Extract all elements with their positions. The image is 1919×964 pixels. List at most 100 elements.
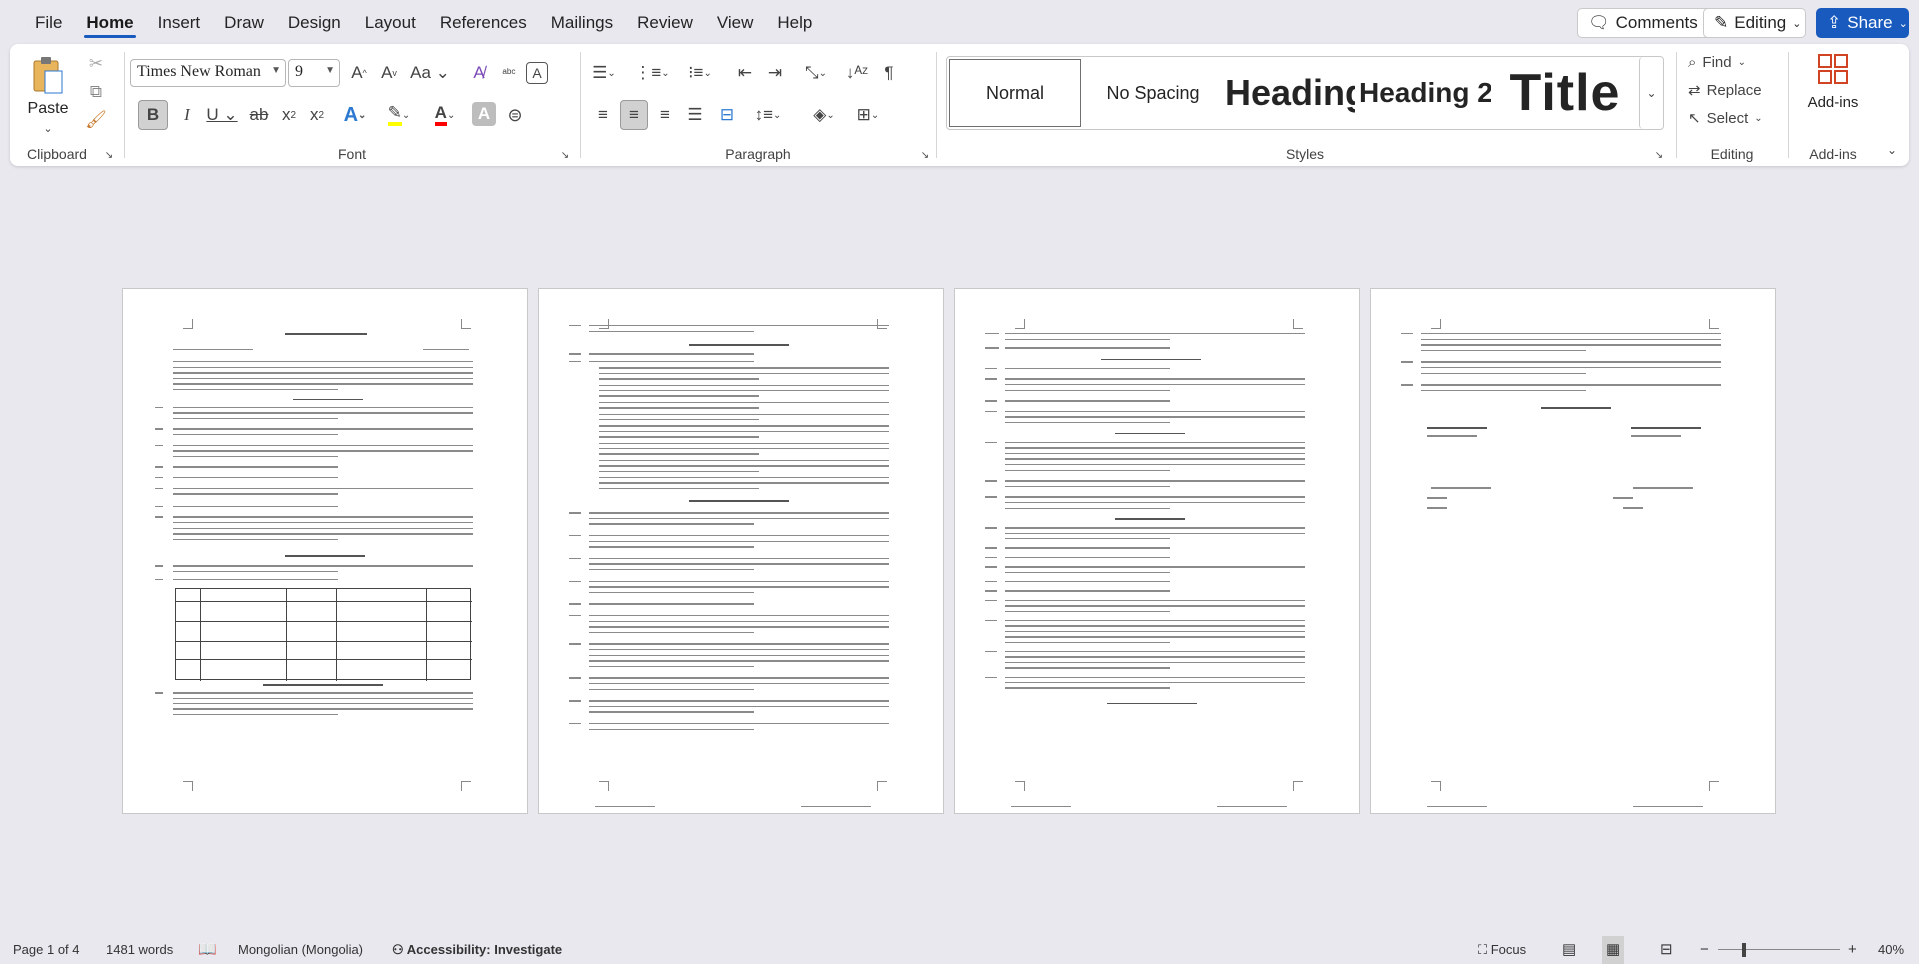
language-status[interactable]: Mongolian (Mongolia) — [238, 936, 363, 964]
margin-marker — [877, 781, 887, 791]
paste-button[interactable]: Paste — [28, 98, 69, 120]
dialog-launcher-icon[interactable]: ↘ — [1652, 148, 1666, 162]
text-line — [1631, 427, 1701, 429]
text-line — [985, 581, 997, 583]
collapse-ribbon-icon[interactable]: ⌄ — [1882, 140, 1902, 160]
shrink-font-icon[interactable]: Av — [376, 59, 402, 87]
line-spacing-icon[interactable]: ↕≡ ⌄ — [748, 100, 788, 130]
text-line — [293, 398, 363, 401]
share-button[interactable]: ⇪ Share ⌄ — [1816, 8, 1909, 38]
tab-references[interactable]: References — [428, 0, 539, 44]
tab-home[interactable]: Home — [74, 0, 145, 44]
align-center-icon[interactable]: ≡ — [620, 100, 648, 130]
phonetic-guide-icon[interactable]: ᵃᵇᶜ — [496, 59, 522, 87]
decrease-indent-icon[interactable]: ⇤ — [732, 58, 758, 88]
paste-icon[interactable] — [30, 54, 66, 96]
tab-mailings[interactable]: Mailings — [539, 0, 625, 44]
bullets-button[interactable]: ☰ ⌄ — [582, 58, 626, 88]
tab-draw[interactable]: Draw — [212, 0, 276, 44]
tab-layout[interactable]: Layout — [353, 0, 428, 44]
dialog-launcher-icon[interactable]: ↘ — [102, 148, 116, 162]
zoom-slider[interactable] — [1718, 949, 1840, 950]
select-button[interactable]: ↖ Select ⌄ — [1688, 106, 1780, 130]
borders-icon[interactable]: ⊞ ⌄ — [848, 100, 888, 130]
chevron-down-icon[interactable]: ⌄ — [38, 120, 58, 136]
strikethrough-button[interactable]: ab — [246, 100, 272, 130]
accessibility-status[interactable]: ⚇ Accessibility: Investigate — [392, 936, 562, 964]
page-3[interactable] — [954, 288, 1360, 814]
tab-help[interactable]: Help — [765, 0, 824, 44]
page-4[interactable] — [1370, 288, 1776, 814]
page-count[interactable]: Page 1 of 4 — [13, 936, 80, 964]
font-size-combo[interactable]: 9 ▼ — [288, 59, 340, 87]
read-mode-icon[interactable]: ▤ — [1562, 936, 1576, 964]
tab-insert[interactable]: Insert — [146, 0, 213, 44]
subscript-button[interactable]: x2 — [276, 100, 302, 130]
clear-formatting-icon[interactable]: A̸ — [466, 59, 492, 87]
text-line — [1005, 687, 1170, 689]
italic-button[interactable]: I — [174, 100, 200, 130]
bold-button[interactable]: B — [138, 100, 168, 130]
superscript-button[interactable]: x2 — [304, 100, 330, 130]
zoom-in-icon[interactable]: + — [1848, 936, 1857, 964]
find-button[interactable]: ⌕ Find ⌄ — [1688, 50, 1780, 74]
numbering-button[interactable]: ⋮≡ ⌄ — [630, 58, 674, 88]
text-line — [173, 538, 338, 541]
enclose-characters-icon[interactable]: ⊜ — [502, 100, 528, 130]
table — [175, 588, 472, 682]
text-direction-icon[interactable]: ⤡ ⌄ — [796, 58, 836, 88]
styles-more-button[interactable]: ⌄ — [1639, 57, 1663, 129]
character-shading-icon[interactable]: A — [472, 102, 496, 126]
pilcrow-icon[interactable]: ¶ — [876, 58, 902, 88]
cut-icon[interactable]: ✂ — [84, 52, 108, 76]
ribbon: Paste ⌄ ✂ ⧉ 🖌 Clipboard ↘ Times New Roma… — [10, 44, 1909, 166]
multilevel-list-button[interactable]: ⁝≡ ⌄ — [678, 58, 722, 88]
dialog-launcher-icon[interactable]: ↘ — [918, 148, 932, 162]
sort-icon[interactable]: ↓ᴬᶻ — [844, 58, 870, 88]
align-left-icon[interactable]: ≡ — [590, 100, 616, 130]
copy-icon[interactable]: ⧉ — [84, 80, 108, 104]
style-normal[interactable]: Normal — [949, 59, 1081, 127]
underline-button[interactable]: U ⌄ — [204, 100, 240, 130]
zoom-level[interactable]: 40% — [1878, 936, 1904, 964]
highlight-color-button[interactable]: ✎ ⌄ — [378, 100, 420, 130]
word-count[interactable]: 1481 words — [106, 936, 173, 964]
zoom-out-icon[interactable]: − — [1700, 936, 1709, 964]
font-color-button[interactable]: A ⌄ — [424, 100, 466, 130]
addins-group: Add-ins Add-ins — [1790, 44, 1876, 166]
addins-icon[interactable] — [1816, 52, 1850, 86]
shading-icon[interactable]: ◈ ⌄ — [804, 100, 844, 130]
replace-button[interactable]: ⇄ Replace — [1688, 78, 1780, 102]
text-line — [173, 708, 473, 710]
document-canvas[interactable] — [0, 166, 1919, 936]
justify-icon[interactable]: ☰ — [682, 100, 708, 130]
text-effects-icon[interactable]: A ⌄ — [336, 100, 374, 130]
proofing-icon[interactable]: 📖 — [198, 936, 217, 964]
tab-file[interactable]: File — [23, 0, 74, 44]
grow-font-icon[interactable]: A ^ — [346, 59, 372, 87]
tab-view[interactable]: View — [705, 0, 766, 44]
web-layout-icon[interactable]: ⊟ — [1660, 936, 1673, 964]
character-border-icon[interactable]: A — [526, 62, 548, 84]
style-heading-1[interactable]: Heading 1 — [1225, 59, 1355, 127]
page-2[interactable] — [538, 288, 944, 814]
zoom-thumb[interactable] — [1742, 943, 1746, 957]
distributed-icon[interactable]: ⊟ — [714, 100, 740, 130]
tab-design[interactable]: Design — [276, 0, 353, 44]
tab-review[interactable]: Review — [625, 0, 705, 44]
page-1[interactable] — [122, 288, 528, 814]
change-case-icon[interactable]: Aa ⌄ — [410, 59, 450, 87]
editing-mode-button[interactable]: ✎ Editing ⌄ — [1703, 8, 1806, 38]
increase-indent-icon[interactable]: ⇥ — [762, 58, 788, 88]
format-painter-icon[interactable]: 🖌 — [84, 108, 108, 132]
text-line — [1421, 338, 1721, 340]
style-title[interactable]: Title — [1495, 59, 1635, 127]
dialog-launcher-icon[interactable]: ↘ — [558, 148, 572, 162]
style-heading-2[interactable]: Heading 2 — [1359, 59, 1491, 127]
print-layout-icon[interactable]: ▦ — [1602, 936, 1625, 964]
style-no-spacing[interactable]: No Spacing — [1085, 59, 1221, 127]
font-name-combo[interactable]: Times New Roman ▼ — [130, 59, 286, 87]
focus-button[interactable]: ⛶ Focus — [1478, 936, 1526, 964]
addins-button[interactable]: Add-ins — [1794, 90, 1872, 114]
align-right-icon[interactable]: ≡ — [652, 100, 678, 130]
